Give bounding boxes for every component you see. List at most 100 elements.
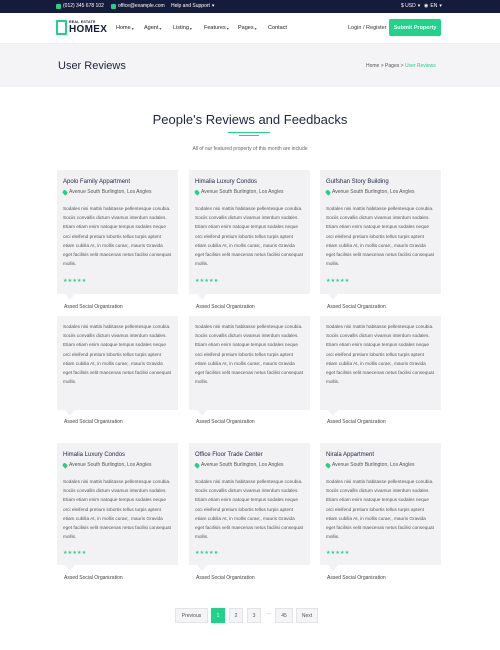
location-pin-icon — [324, 188, 332, 196]
property-name: Nirala Appartment — [326, 452, 375, 458]
pagination-page-3[interactable]: 3 — [247, 608, 261, 623]
topbar-help-text: Help and Support — [171, 3, 210, 9]
nav-agent-label: Agent — [144, 25, 159, 31]
pagination-previous[interactable]: Previous — [175, 608, 208, 623]
card-pointer — [328, 410, 338, 416]
property-name: Office Floor Trade Center — [195, 452, 263, 458]
property-location-text: Avenue South Burlington, Los Angles — [69, 189, 152, 195]
rating-stars: ★★★★★ — [326, 550, 350, 556]
pagination-page-last[interactable]: 45 — [275, 608, 293, 623]
property-location: Avenue South Burlington, Los Angles — [61, 188, 152, 196]
review-text: Sodales nisi mattis habitasse pellentesq… — [326, 479, 434, 540]
chevron-down-icon: ▾ — [226, 25, 229, 31]
location-pin-icon — [61, 188, 69, 196]
chevron-down-icon: ▾ — [159, 25, 162, 31]
location-pin-icon — [324, 461, 332, 469]
review-card: Gulfshan Story Building Avenue South Bur… — [320, 170, 441, 300]
language-text: EN — [430, 3, 438, 9]
reviewer-organization: Assed Social Organization — [64, 304, 123, 310]
currency-text: $ USD — [401, 3, 416, 9]
section-subtitle: All of our featured property of this mon… — [192, 146, 308, 152]
breadcrumb-home[interactable]: Home — [366, 63, 379, 69]
review-card: Sodales nisi mattis habitasse pellentesq… — [189, 316, 310, 416]
card-pointer — [65, 410, 75, 416]
card-pointer — [328, 565, 338, 571]
review-text: Sodales nisi mattis habitasse pellentesq… — [195, 479, 303, 540]
chevron-down-icon: ▾ — [189, 25, 192, 31]
property-location-text: Avenue South Burlington, Los Angles — [332, 462, 415, 468]
location-pin-icon — [193, 461, 201, 469]
review-text: Sodales nisi mattis habitasse pellentesq… — [63, 479, 171, 540]
site-logo[interactable]: REAL ESTATE HOMEX — [56, 19, 107, 38]
topbar-help[interactable]: Help and Support ▾ — [171, 3, 214, 9]
submit-property-button[interactable]: Submit Property — [389, 19, 441, 36]
login-register-link[interactable]: Login / Register — [348, 25, 387, 31]
language-select[interactable]: ◉ EN ▾ — [424, 3, 442, 9]
topbar-phone-text: (012) 345 678 102 — [63, 3, 104, 9]
top-bar: (012) 345 678 102 office@example.com Hel… — [0, 0, 500, 13]
nav-agent[interactable]: Agent ▾ — [144, 25, 161, 31]
property-location: Avenue South Burlington, Los Angles — [193, 461, 284, 469]
reviewer-organization: Assed Social Organization — [327, 575, 386, 581]
mail-icon — [111, 3, 116, 9]
title-divider — [239, 135, 259, 136]
nav-contact[interactable]: Contact — [268, 25, 287, 31]
site-header: REAL ESTATE HOMEX Home ▾ Agent ▾ Listing ▾ … — [0, 13, 500, 44]
pagination-ellipsis: ... — [267, 610, 272, 616]
review-text: Sodales nisi mattis habitasse pellentesq… — [63, 206, 171, 267]
breadcrumb-pages[interactable]: Pages — [385, 63, 399, 69]
nav-contact-label: Contact — [268, 25, 287, 31]
location-pin-icon — [61, 461, 69, 469]
page-title: User Reviews — [58, 60, 126, 72]
chevron-down-icon: ▾ — [131, 25, 134, 31]
page-title-band: User Reviews Home > Pages > User Reviews — [0, 44, 500, 87]
property-location: Avenue South Burlington, Los Angles — [324, 188, 415, 196]
property-location-text: Avenue South Burlington, Los Angles — [332, 189, 415, 195]
nav-pages[interactable]: Pages ▾ — [238, 25, 257, 31]
topbar-email-text: office@example.com — [118, 3, 165, 9]
chevron-down-icon: ▾ — [211, 3, 215, 9]
currency-select[interactable]: $ USD ▾ — [401, 3, 420, 9]
topbar-phone[interactable]: (012) 345 678 102 — [56, 3, 104, 9]
nav-home[interactable]: Home ▾ — [116, 25, 134, 31]
section-title: People's Reviews and Feedbacks — [152, 112, 348, 127]
reviewer-organization: Assed Social Organization — [196, 575, 255, 581]
topbar-email[interactable]: office@example.com — [111, 3, 165, 9]
phone-icon — [56, 3, 61, 9]
review-text: Sodales nisi mattis habitasse pellentesq… — [195, 324, 303, 385]
reviewer-organization: Assed Social Organization — [64, 575, 123, 581]
nav-pages-label: Pages — [238, 25, 254, 31]
card-pointer — [197, 410, 207, 416]
chevron-down-icon: ▾ — [417, 3, 421, 9]
reviewer-organization: Assed Social Organization — [196, 419, 255, 425]
house-logo-icon — [56, 20, 67, 35]
review-card: Himalia Luxury Condos Avenue South Burli… — [57, 443, 178, 571]
review-card: Himalia Luxury Condos Avenue South Burli… — [189, 170, 310, 300]
review-text: Sodales nisi mattis habitasse pellentesq… — [63, 324, 171, 385]
reviewer-organization: Assed Social Organization — [196, 304, 255, 310]
pagination-next[interactable]: Next — [296, 608, 318, 623]
breadcrumb: Home > Pages > User Reviews — [366, 63, 436, 69]
property-location: Avenue South Burlington, Los Angles — [61, 461, 151, 469]
logo-name: HOMEX — [69, 24, 108, 35]
review-card: Nirala Appartment Avenue South Burlingto… — [320, 443, 441, 571]
review-text: Sodales nisi mattis habitasse pellentesq… — [326, 206, 434, 267]
property-location-text: Avenue South Burlington, Los Angles — [201, 462, 284, 468]
title-divider — [228, 132, 270, 133]
nav-listing-label: Listing — [173, 25, 189, 31]
card-pointer — [328, 294, 338, 300]
review-text: Sodales nisi mattis habitasse pellentesq… — [326, 324, 434, 385]
location-pin-icon — [193, 188, 201, 196]
pagination-page-1[interactable]: 1 — [211, 608, 225, 623]
rating-stars: ★★★★★ — [326, 278, 350, 284]
reviewer-organization: Assed Social Organization — [327, 419, 386, 425]
card-pointer — [65, 565, 75, 571]
card-pointer — [197, 565, 207, 571]
pagination-page-2[interactable]: 2 — [229, 608, 243, 623]
nav-features-label: Features — [204, 25, 226, 31]
nav-listing[interactable]: Listing ▾ — [173, 25, 192, 31]
rating-stars: ★★★★★ — [195, 278, 219, 284]
nav-features[interactable]: Features ▾ — [204, 25, 229, 31]
card-pointer — [65, 294, 75, 300]
rating-stars: ★★★★★ — [63, 278, 87, 284]
